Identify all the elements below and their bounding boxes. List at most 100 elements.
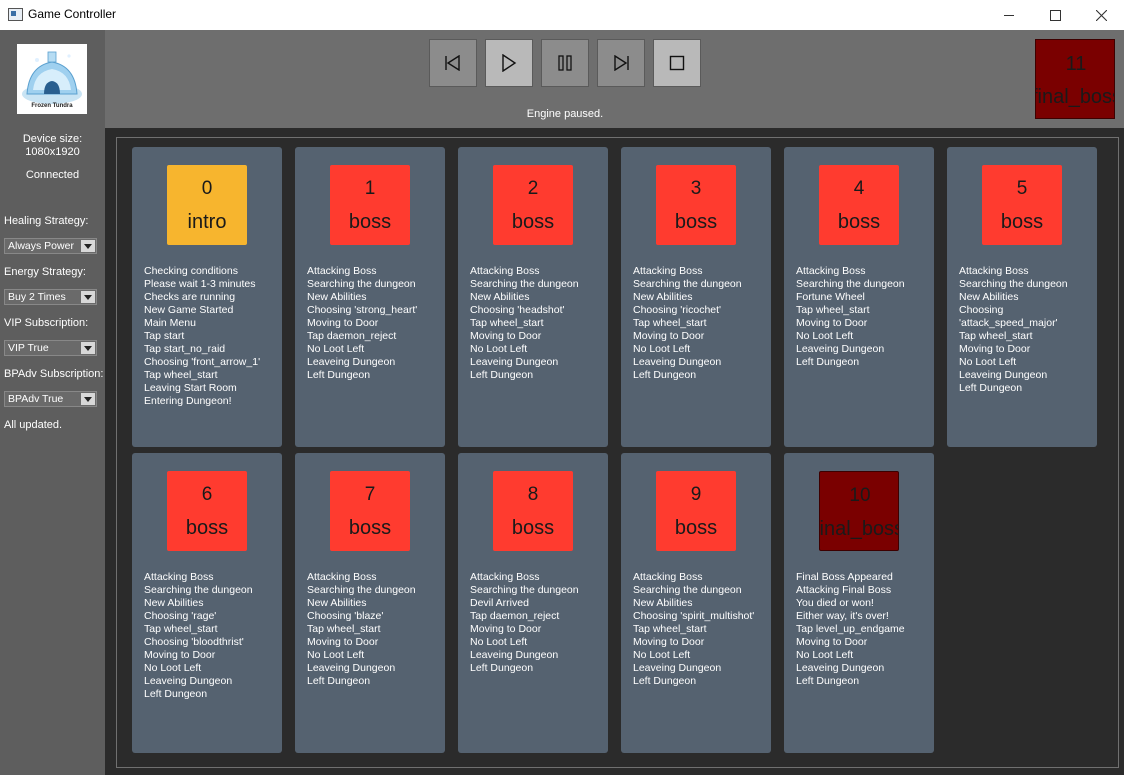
log-line: Fortune Wheel (796, 291, 865, 303)
log-line: Left Dungeon (307, 675, 371, 687)
log-line: Moving to Door (144, 649, 216, 661)
skip-next-button[interactable] (597, 39, 645, 87)
log-line: Attacking Boss (959, 265, 1029, 277)
log-line: Left Dungeon (633, 369, 697, 381)
level-name: boss (348, 211, 392, 233)
energy-strategy-label: Energy Strategy: (4, 266, 86, 278)
vip-subscription-select[interactable]: VIP True (4, 340, 97, 356)
log-line: Attacking Final Boss (796, 584, 892, 596)
engine-status: Engine paused. (526, 108, 604, 120)
log-line: Attacking Boss (470, 265, 540, 277)
log-line: Choosing 'bloodthrist' (144, 636, 244, 648)
log-line: Searching the dungeon (633, 278, 742, 290)
level-log: Attacking Boss Searching the dungeon Fortu… (796, 265, 930, 369)
level-name: boss (511, 211, 555, 233)
game-logo: Frozen Tundra (17, 44, 87, 114)
log-line: Checking conditions (144, 265, 238, 277)
level-card: 0 intro Checking conditions Please wait 1-3… (132, 147, 282, 447)
log-line: Leaveing Dungeon (796, 343, 885, 355)
current-level-number: 11 (1065, 53, 1087, 75)
update-status: All updated. (4, 419, 63, 431)
log-line: Searching the dungeon (144, 584, 253, 596)
level-log: Attacking Boss Searching the dungeon New A… (633, 265, 767, 382)
play-button[interactable] (485, 39, 533, 87)
log-line: Leaveing Dungeon (633, 356, 722, 368)
log-line: Choosing 'strong_heart' (307, 304, 418, 316)
minimize-icon (1004, 14, 1014, 16)
vip-subscription-label: VIP Subscription: (4, 317, 89, 329)
log-line: Tap wheel_start (144, 369, 218, 381)
log-line: New Abilities (633, 291, 693, 303)
level-badge: 9 boss (656, 471, 736, 551)
level-badge: 2 boss (493, 165, 573, 245)
log-line: Left Dungeon (307, 369, 371, 381)
log-line: New Abilities (633, 597, 693, 609)
level-log: Checking conditions Please wait 1-3 minut… (144, 265, 278, 408)
level-number: 1 (364, 178, 376, 199)
app-icon (8, 8, 23, 21)
vip-subscription-value: VIP True (8, 342, 49, 354)
level-log: Attacking Boss Searching the dungeon New A… (307, 571, 441, 688)
log-line: Leaveing Dungeon (470, 649, 559, 661)
log-line: Leaveing Dungeon (959, 369, 1048, 381)
level-badge: 8 boss (493, 471, 573, 551)
log-line: Tap wheel_start (633, 623, 707, 635)
logo-caption: Frozen Tundra (31, 103, 73, 109)
close-button[interactable] (1078, 0, 1124, 30)
maximize-button[interactable] (1032, 0, 1078, 30)
chevron-down-icon (81, 240, 95, 252)
log-line: Left Dungeon (470, 369, 534, 381)
log-line: No Loot Left (470, 343, 528, 355)
log-line: Tap wheel_start (144, 623, 218, 635)
log-line: No Loot Left (796, 330, 854, 342)
log-line: New Abilities (307, 291, 367, 303)
log-line: Left Dungeon (144, 688, 208, 700)
bpadv-subscription-label: BPAdv Subscription: (4, 368, 104, 380)
level-name: boss (674, 517, 718, 539)
log-line: Left Dungeon (633, 675, 697, 687)
bpadv-subscription-select[interactable]: BPAdv True (4, 391, 97, 407)
level-log: Attacking Boss Searching the dungeon New A… (959, 265, 1093, 395)
pause-button[interactable] (541, 39, 589, 87)
skip-previous-button[interactable] (429, 39, 477, 87)
level-number: 10 (849, 485, 871, 506)
log-line: Left Dungeon (796, 675, 860, 687)
healing-strategy-select[interactable]: Always Power (4, 238, 97, 254)
log-line: Tap wheel_start (470, 317, 544, 329)
minimize-button[interactable] (986, 0, 1032, 30)
energy-strategy-select[interactable]: Buy 2 Times (4, 289, 97, 305)
log-line: Attacking Boss (633, 265, 703, 277)
log-line: Moving to Door (307, 636, 379, 648)
level-badge: 5 boss (982, 165, 1062, 245)
log-line: Attacking Boss (470, 571, 540, 583)
log-line: Moving to Door (307, 317, 379, 329)
stop-button[interactable] (653, 39, 701, 87)
log-line: Choosing (959, 304, 1004, 316)
log-line: No Loot Left (796, 649, 854, 661)
log-line: Leaving Start Room (144, 382, 237, 394)
level-name: boss (1000, 211, 1044, 233)
log-line: Tap wheel_start (796, 304, 870, 316)
log-line: Moving to Door (959, 343, 1031, 355)
healing-strategy-value: Always Power (8, 240, 74, 252)
log-line: Searching the dungeon (796, 278, 905, 290)
log-line: Tap level_up_endgame (796, 623, 905, 635)
level-log: Attacking Boss Searching the dungeon New A… (144, 571, 278, 701)
log-line: Tap start (144, 330, 185, 342)
log-line: New Game Started (144, 304, 234, 316)
log-line: Tap wheel_start (307, 623, 381, 635)
log-line: No Loot Left (633, 343, 691, 355)
level-name: boss (185, 517, 229, 539)
current-level-name: final_boss (1035, 86, 1114, 108)
current-level-badge: 11 final_boss (1035, 39, 1115, 119)
log-line: Searching the dungeon (470, 584, 579, 596)
log-line: No Loot Left (307, 649, 365, 661)
healing-strategy-label: Healing Strategy: (4, 215, 89, 227)
log-line: Tap wheel_start (959, 330, 1033, 342)
log-line: Main Menu (144, 317, 196, 329)
log-line: Leaveing Dungeon (307, 662, 396, 674)
level-log: Attacking Boss Searching the dungeon Devil… (470, 571, 604, 675)
level-name: boss (511, 517, 555, 539)
log-line: Either way, it's over! (796, 610, 889, 622)
level-badge: 3 boss (656, 165, 736, 245)
